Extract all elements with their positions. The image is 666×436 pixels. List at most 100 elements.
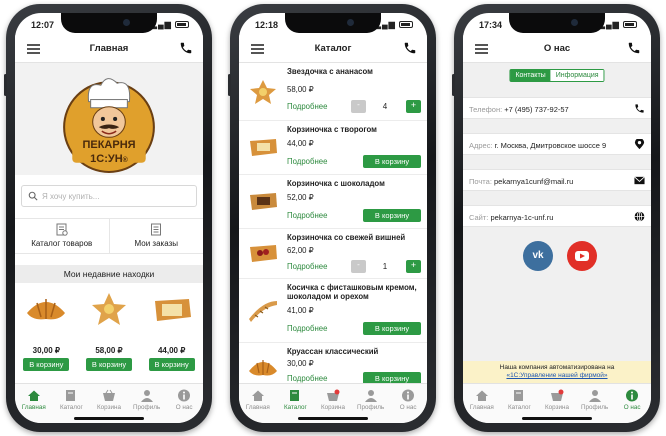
website-row[interactable]: Сайт: pekarnya-1c-unf.ru	[463, 205, 651, 227]
company-note: Наша компания автоматизирована на «1С:Уп…	[463, 361, 651, 383]
home-screen: 12:07 ▂▄▆ Главная ПЕКАРНЯ 1С:УН® Я хочу …	[15, 13, 203, 423]
battery-icon	[623, 21, 637, 29]
tab-info[interactable]: Информация	[550, 70, 604, 81]
quantity-stepper: - 1 +	[351, 260, 421, 273]
add-to-cart-button[interactable]: В корзину	[363, 322, 421, 335]
orders-link[interactable]: Мои заказы	[108, 219, 204, 253]
status-time: 17:34	[479, 20, 503, 30]
increase-button[interactable]: +	[406, 260, 421, 273]
product-card: 44,00 ₽ В корзину	[147, 287, 197, 371]
vk-button[interactable]: vk	[523, 241, 553, 271]
phone-icon[interactable]	[627, 41, 641, 55]
product-price: 41,00 ₽	[287, 306, 314, 315]
notch	[285, 13, 381, 33]
tab-profile-label: Профиль	[580, 404, 609, 411]
product-name: Косичка с фисташковым кремом, шоколадом …	[287, 283, 417, 301]
page-title: О нас	[543, 43, 571, 54]
email-label: Почта:	[469, 177, 492, 186]
tab-about-label: О нас	[623, 404, 641, 411]
home-indicator	[522, 417, 592, 420]
address-row[interactable]: Адрес: г. Москва, Дмитровское шоссе 9	[463, 133, 651, 155]
tab-home-label: Главная	[469, 404, 494, 411]
tab-home-label: Главная	[21, 404, 46, 411]
details-link[interactable]: Подробнее	[287, 374, 327, 383]
cart-icon	[550, 389, 564, 401]
battery-icon	[175, 21, 189, 29]
recent-section-title: Мои недавние находки	[15, 265, 203, 283]
product-price: 44,00 ₽	[157, 346, 186, 355]
product-price: 58,00 ₽	[287, 85, 314, 94]
catalog-icon	[66, 390, 76, 401]
tab-home-label: Главная	[245, 404, 270, 411]
phone-icon[interactable]	[403, 41, 417, 55]
quick-menu: Каталог товаров Мои заказы	[15, 218, 203, 254]
details-link[interactable]: Подробнее	[287, 102, 327, 111]
envelope-icon	[634, 176, 645, 185]
tab-cart-label: Корзина	[96, 404, 121, 411]
email-row[interactable]: Почта: pekarnya1cunf@mail.ru	[463, 169, 651, 191]
phone-icon	[635, 104, 644, 113]
app-showcase: 12:07 ▂▄▆ Главная ПЕКАРНЯ 1С:УН® Я хочу …	[0, 0, 666, 436]
product-name: Корзиночка со свежей вишней	[287, 233, 406, 242]
details-link[interactable]: Подробнее	[287, 211, 327, 220]
add-to-cart-button[interactable]: В корзину	[23, 358, 70, 371]
phone-icon[interactable]	[179, 41, 193, 55]
product-card: 30,00 ₽ В корзину	[21, 287, 71, 371]
product-price: 58,00 ₽	[95, 346, 123, 355]
details-link[interactable]: Подробнее	[287, 262, 327, 271]
profile-icon	[140, 390, 153, 402]
cherry-basket-image	[250, 245, 277, 262]
chocolate-basket-image	[250, 193, 277, 210]
star-pastry-image	[91, 293, 126, 325]
list-item: Корзиночка с шоколадом 52,00 ₽ Подробнее…	[239, 175, 427, 229]
tab-home[interactable]: Главная	[463, 384, 501, 423]
unf-link[interactable]: «1С:Управление нашей фирмой»	[463, 372, 651, 380]
home-indicator	[74, 417, 144, 420]
catalog-icon	[290, 390, 300, 401]
braid-pastry-image	[249, 301, 277, 322]
tab-home[interactable]: Главная	[15, 384, 53, 423]
tab-about[interactable]: О нас	[165, 384, 203, 423]
increase-button[interactable]: +	[406, 100, 421, 113]
tab-about[interactable]: О нас	[613, 384, 651, 423]
croissant-image	[249, 360, 277, 376]
details-link[interactable]: Подробнее	[287, 324, 327, 333]
croissant-image	[27, 299, 66, 320]
catalog-link[interactable]: Каталог товаров	[15, 219, 109, 253]
quantity-value: 1	[382, 262, 388, 271]
about-screen: 17:34 ▂▄▆ О нас Контакты Информация Теле…	[463, 13, 651, 423]
youtube-icon	[575, 251, 589, 261]
phone-home: 12:07 ▂▄▆ Главная ПЕКАРНЯ 1С:УН® Я хочу …	[4, 4, 212, 432]
orders-doc-icon	[151, 223, 162, 236]
star-pastry-image	[250, 80, 276, 104]
decrease-button[interactable]: -	[351, 100, 366, 113]
tab-about[interactable]: О нас	[389, 384, 427, 423]
website-label: Сайт:	[469, 213, 489, 222]
add-to-cart-button[interactable]: В корзину	[148, 358, 195, 371]
add-to-cart-button[interactable]: В корзину	[363, 155, 421, 168]
details-link[interactable]: Подробнее	[287, 157, 327, 166]
product-name: Корзиночка с творогом	[287, 125, 377, 134]
add-to-cart-button[interactable]: В корзину	[85, 358, 132, 371]
tab-contacts[interactable]: Контакты	[510, 70, 551, 81]
logo-banner: ПЕКАРНЯ 1С:УН®	[15, 63, 203, 175]
phone-value: +7 (495) 737-92-57	[504, 105, 569, 114]
youtube-button[interactable]	[567, 241, 597, 271]
tab-profile-label: Профиль	[132, 404, 161, 411]
phone-row[interactable]: Телефон: +7 (495) 737-92-57	[463, 97, 651, 119]
home-indicator	[298, 417, 368, 420]
search-input[interactable]: Я хочу купить...	[21, 185, 197, 207]
email-value: pekarnya1cunf@mail.ru	[494, 177, 574, 186]
tab-home[interactable]: Главная	[239, 384, 277, 423]
decrease-button[interactable]: -	[351, 260, 366, 273]
tab-cart-label: Корзина	[544, 404, 569, 411]
add-to-cart-button[interactable]: В корзину	[363, 209, 421, 222]
battery-icon	[399, 21, 413, 29]
info-icon	[626, 389, 639, 402]
tab-catalog-label: Каталог	[59, 404, 83, 411]
profile-icon	[588, 390, 601, 402]
product-price: 44,00 ₽	[287, 139, 314, 148]
profile-icon	[364, 390, 377, 402]
catalog-link-label: Каталог товаров	[31, 239, 93, 248]
info-icon	[402, 389, 415, 402]
